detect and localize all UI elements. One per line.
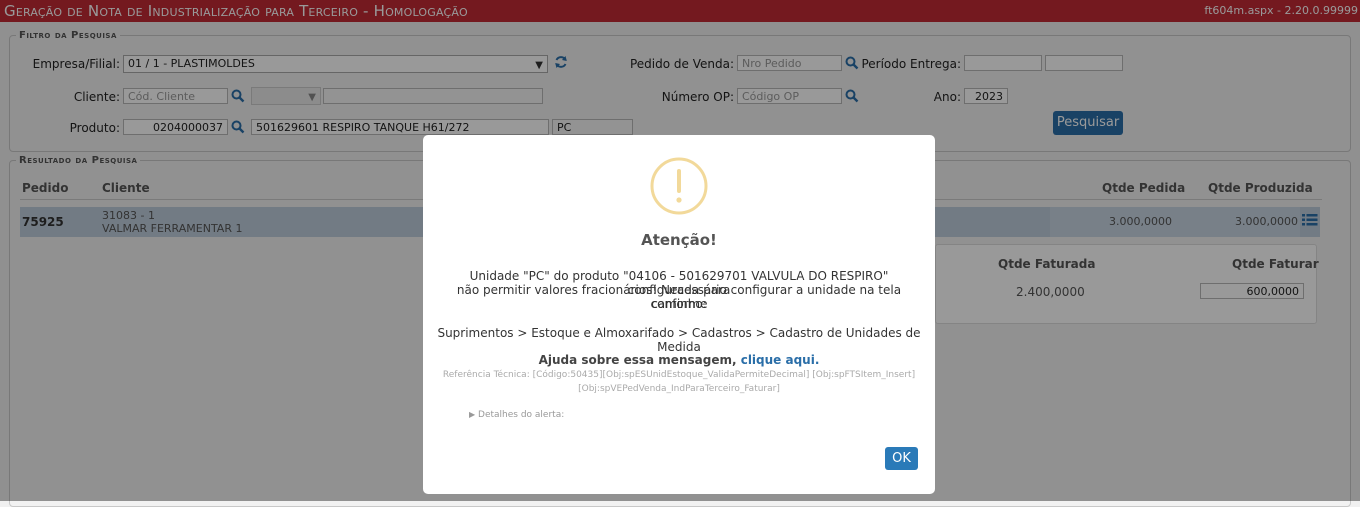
alert-details-toggle[interactable]: ▶ Detalhes do alerta: [469, 410, 564, 420]
tech-reference-line-2: [Obj:spVEPedVenda_IndParaTerceiro_Fatura… [578, 384, 780, 394]
help-text: Ajuda sobre essa mensagem, [538, 353, 737, 367]
dialog-help: Ajuda sobre essa mensagem, clique aqui. [423, 353, 935, 367]
alert-details-label: Detalhes do alerta: [478, 410, 565, 420]
triangle-right-icon: ▶ [469, 410, 476, 419]
help-link[interactable]: clique aqui. [741, 353, 820, 367]
ok-button[interactable]: OK [885, 447, 918, 470]
dialog-path: Suprimentos > Estoque e Almoxarifado > C… [437, 326, 921, 354]
dialog-title: Atenção! [641, 231, 717, 249]
alert-dialog: Atenção! Unidade "PC" do produto "04106 … [423, 135, 935, 494]
dialog-message-line-3: caminho: [651, 297, 707, 311]
warning-icon [650, 157, 708, 215]
tech-reference-line-1: Referência Técnica: [Código:50435][Obj:s… [442, 370, 916, 380]
